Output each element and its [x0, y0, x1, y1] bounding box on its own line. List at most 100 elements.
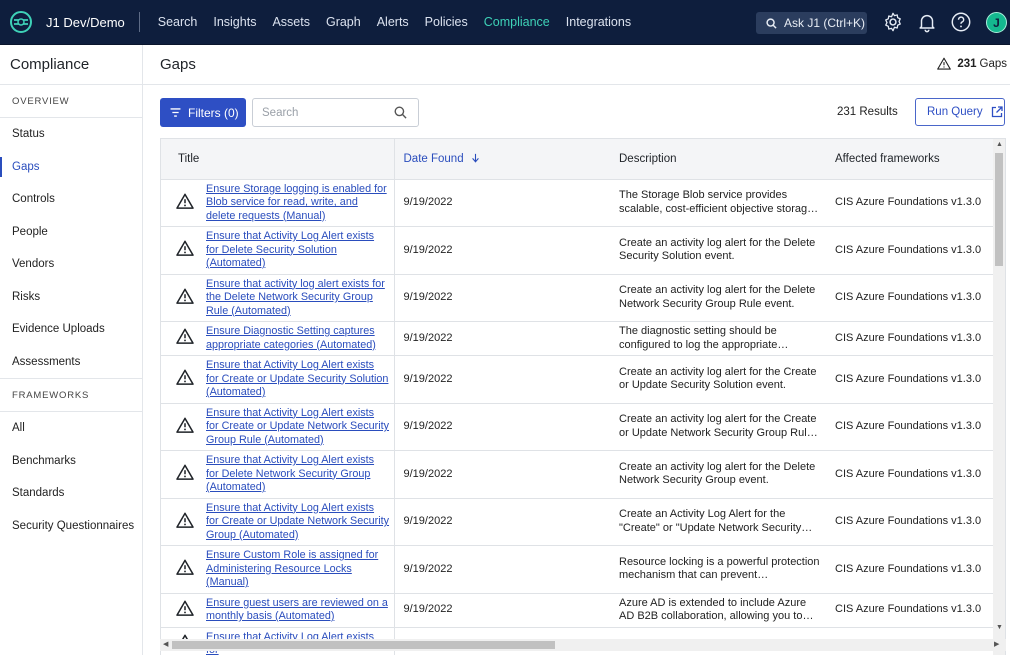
gaps-table-container: Title Date Found Description Affected fr… [160, 138, 1006, 655]
warning-icon [176, 328, 196, 349]
gaps-table: Title Date Found Description Affected fr… [161, 139, 993, 655]
column-header-date-label: Date Found [403, 152, 464, 165]
column-header-frameworks[interactable]: Affected frameworks [826, 139, 993, 180]
column-header-date-found[interactable]: Date Found [394, 139, 610, 180]
sidebar-item-assessments[interactable]: Assessments [0, 346, 142, 379]
sidebar-item-all[interactable]: All [0, 412, 142, 445]
topnav-insights[interactable]: Insights [213, 15, 256, 29]
gap-title-link[interactable]: Ensure that Activity Log Alert exists fo… [206, 407, 390, 448]
warning-icon [937, 57, 952, 70]
gap-title-link[interactable]: Ensure that Activity Log Alert exists fo… [206, 359, 390, 400]
sidebar-item-status[interactable]: Status [0, 118, 142, 151]
sidebar-item-benchmarks[interactable]: Benchmarks [0, 445, 142, 478]
scroll-left-arrow-icon[interactable]: ◀ [163, 640, 168, 648]
gap-title-link[interactable]: Ensure Custom Role is assigned for Admin… [206, 549, 390, 590]
table-row[interactable]: Ensure that Activity Log Alert exists fo… [161, 226, 993, 275]
sidebar-section-overview: OVERVIEW [0, 85, 142, 118]
search-box [252, 98, 419, 127]
cell-date-found: 9/19/2022 [394, 321, 610, 356]
gap-title-link[interactable]: Ensure that Activity Log Alert exists fo… [206, 454, 390, 495]
table-row[interactable]: Ensure Storage logging is enabled for Bl… [161, 179, 993, 227]
results-count: 231 Results [837, 106, 898, 118]
sidebar-item-risks[interactable]: Risks [0, 281, 142, 314]
scroll-up-arrow-icon[interactable]: ▲ [996, 141, 1003, 148]
cell-description: Create an activity log alert for the Cre… [610, 355, 826, 404]
sidebar-item-people[interactable]: People [0, 216, 142, 249]
cell-affected-frameworks: CIS Azure Foundations v1.3.0 [826, 179, 993, 227]
cell-description: Create an Activity Log Alert for the "Cr… [610, 498, 826, 546]
cell-description: Resource locking is a powerful protectio… [610, 545, 826, 594]
column-header-title[interactable]: Title [161, 139, 395, 180]
horizontal-scrollbar[interactable]: ◀ ▶ [160, 639, 1006, 651]
vertical-scrollbar[interactable]: ▲ ▼ [993, 139, 1005, 655]
cell-affected-frameworks: CIS Azure Foundations v1.3.0 [826, 355, 993, 404]
table-row[interactable]: Ensure Custom Role is assigned for Admin… [161, 545, 993, 594]
table-row[interactable]: Ensure that Activity Log Alert exists fo… [161, 498, 993, 546]
cell-title: Ensure that Activity Log Alert exists fo… [161, 355, 395, 404]
search-input[interactable] [262, 106, 392, 119]
table-row[interactable]: Ensure that Activity Log Alert exists fo… [161, 450, 993, 499]
cell-title: Ensure Diagnostic Setting captures appro… [161, 321, 395, 356]
sidebar-item-evidence-uploads[interactable]: Evidence Uploads [0, 313, 142, 346]
topnav-compliance[interactable]: Compliance [484, 15, 550, 29]
filters-label: Filters (0) [188, 105, 239, 120]
table-row[interactable]: Ensure that activity log alert exists fo… [161, 274, 993, 322]
topnav-alerts[interactable]: Alerts [377, 15, 409, 29]
filters-button[interactable]: Filters (0) [160, 98, 246, 127]
jupiterone-logo-icon[interactable] [9, 10, 33, 34]
vertical-scrollbar-thumb[interactable] [995, 153, 1003, 266]
filter-icon [170, 108, 181, 117]
table-row[interactable]: Ensure Diagnostic Setting captures appro… [161, 321, 993, 356]
gap-title-link[interactable]: Ensure that Activity Log Alert exists fo… [206, 230, 390, 271]
user-avatar[interactable]: J [986, 12, 1007, 33]
gap-count-value: 231 [957, 57, 977, 70]
topnav-integrations[interactable]: Integrations [566, 15, 631, 29]
toolbar: Filters (0) 231 Results Run Query [143, 98, 1010, 128]
sidebar-item-vendors[interactable]: Vendors [0, 248, 142, 281]
topnav-assets[interactable]: Assets [272, 15, 310, 29]
run-query-button[interactable]: Run Query [915, 98, 1005, 126]
description-text: Create an activity log alert for the Del… [619, 236, 816, 263]
ask-j1-button[interactable]: Ask J1 (Ctrl+K) [756, 12, 867, 34]
cell-description: Create an activity log alert for the Del… [610, 450, 826, 499]
horizontal-scrollbar-thumb[interactable] [172, 641, 555, 649]
gap-title-link[interactable]: Ensure that Activity Log Alert exists fo… [206, 502, 390, 543]
scroll-right-arrow-icon[interactable]: ▶ [994, 640, 999, 648]
app-name[interactable]: J1 Dev/Demo [46, 15, 125, 30]
column-header-description[interactable]: Description [610, 139, 826, 180]
cell-affected-frameworks: CIS Azure Foundations v1.3.0 [826, 545, 993, 594]
table-row[interactable]: Ensure that Activity Log Alert exists fo… [161, 355, 993, 404]
description-text: Create an activity log alert for the Del… [619, 460, 816, 487]
table-header-row: Title Date Found Description Affected fr… [161, 139, 993, 180]
topnav-policies[interactable]: Policies [425, 15, 468, 29]
table-row[interactable]: Ensure guest users are reviewed on a mon… [161, 593, 993, 628]
bell-icon[interactable] [916, 11, 938, 33]
scroll-down-arrow-icon[interactable]: ▼ [996, 624, 1003, 631]
gap-title-link[interactable]: Ensure that activity log alert exists fo… [206, 278, 390, 319]
search-icon[interactable] [394, 106, 407, 119]
help-icon[interactable] [950, 11, 972, 33]
sidebar: Compliance OVERVIEW Status Gaps Controls Pe… [0, 45, 143, 655]
sort-descending-icon [471, 153, 479, 163]
gap-title-link[interactable]: Ensure guest users are reviewed on a mon… [206, 597, 390, 624]
gear-icon[interactable] [882, 11, 904, 33]
warning-icon [176, 369, 196, 390]
gap-title-link[interactable]: Ensure Storage logging is enabled for Bl… [206, 183, 390, 224]
warning-icon [176, 193, 196, 214]
main-content: Gaps 231 Gaps Filters (0) 231 Results Ru… [143, 45, 1010, 655]
cell-date-found: 9/19/2022 [394, 450, 610, 499]
sidebar-item-standards[interactable]: Standards [0, 477, 142, 510]
topnav-graph[interactable]: Graph [326, 15, 361, 29]
cell-affected-frameworks: CIS Azure Foundations v1.3.0 [826, 274, 993, 322]
gap-title-link[interactable]: Ensure Diagnostic Setting captures appro… [206, 325, 390, 352]
sidebar-item-security-questionnaires[interactable]: Security Questionnaires [0, 510, 142, 543]
table-row[interactable]: Ensure that Activity Log Alert exists fo… [161, 403, 993, 451]
description-text: Create an activity log alert for the Cre… [619, 365, 817, 392]
cell-affected-frameworks: CIS Azure Foundations v1.3.0 [826, 321, 993, 356]
sidebar-item-controls[interactable]: Controls [0, 183, 142, 216]
cell-date-found: 9/19/2022 [394, 274, 610, 322]
topnav-search[interactable]: Search [158, 15, 198, 29]
cell-title: Ensure Custom Role is assigned for Admin… [161, 545, 395, 594]
sidebar-item-gaps[interactable]: Gaps [0, 151, 142, 184]
cell-affected-frameworks: CIS Azure Foundations v1.3.0 [826, 593, 993, 628]
